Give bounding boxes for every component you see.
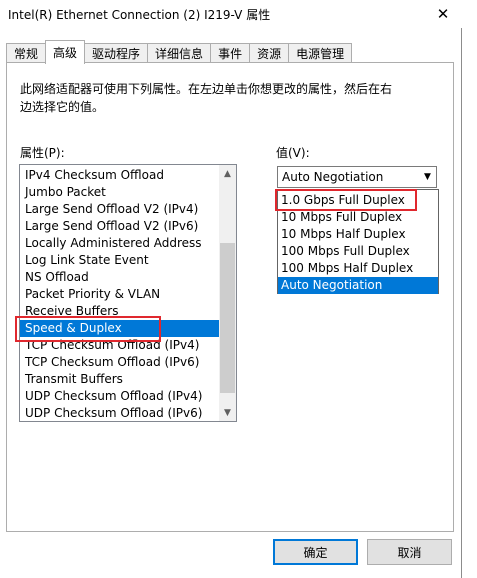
tab-general[interactable]: 常规	[6, 43, 47, 63]
tab-events[interactable]: 事件	[210, 43, 251, 63]
property-item[interactable]: UDP Checksum Offload (IPv6)	[20, 405, 220, 421]
scroll-thumb[interactable]	[220, 243, 235, 393]
scroll-down-icon[interactable]: ▼	[219, 404, 236, 421]
chevron-down-icon[interactable]: ▼	[418, 167, 436, 187]
value-combobox[interactable]: Auto Negotiation ▼	[277, 166, 437, 188]
cancel-button[interactable]: 取消	[367, 539, 452, 565]
property-item[interactable]: Transmit Buffers	[20, 371, 220, 388]
close-icon[interactable]: ✕	[430, 2, 456, 26]
property-item[interactable]: TCP Checksum Offload (IPv6)	[20, 354, 220, 371]
tab-driver[interactable]: 驱动程序	[84, 43, 149, 63]
property-item[interactable]: Log Link State Event	[20, 252, 220, 269]
description-text: 此网络适配器可使用下列属性。在左边单击你想更改的属性，然后在右边选择它的值。	[20, 82, 393, 114]
tab-advanced[interactable]: 高级	[45, 40, 86, 64]
property-listbox[interactable]: IPv4 Checksum Offload Jumbo Packet Large…	[19, 164, 237, 422]
value-option[interactable]: 10 Mbps Full Duplex	[278, 209, 438, 226]
property-scrollbar[interactable]: ▲ ▼	[219, 165, 236, 421]
property-list: IPv4 Checksum Offload Jumbo Packet Large…	[20, 165, 220, 421]
property-item-selected[interactable]: Speed & Duplex	[20, 320, 220, 337]
window-title: Intel(R) Ethernet Connection (2) I219-V …	[8, 8, 271, 22]
property-label: 属性(P):	[20, 146, 65, 160]
property-item[interactable]: IPv4 Checksum Offload	[20, 167, 220, 184]
property-item[interactable]: NS Offload	[20, 269, 220, 286]
tab-details[interactable]: 详细信息	[147, 43, 212, 63]
value-label: 值(V):	[276, 146, 310, 160]
property-item[interactable]: Large Send Offload V2 (IPv6)	[20, 218, 220, 235]
property-item[interactable]: Packet Priority & VLAN	[20, 286, 220, 303]
value-option[interactable]: 100 Mbps Full Duplex	[278, 243, 438, 260]
scroll-up-icon[interactable]: ▲	[219, 165, 236, 182]
ok-button[interactable]: 确定	[273, 539, 358, 565]
tab-strip: 常规 高级 驱动程序 详细信息 事件 资源 电源管理	[6, 39, 353, 64]
property-item[interactable]: TCP Checksum Offload (IPv4)	[20, 337, 220, 354]
property-item[interactable]: UDP Checksum Offload (IPv4)	[20, 388, 220, 405]
value-option[interactable]: 10 Mbps Half Duplex	[278, 226, 438, 243]
property-item[interactable]: Receive Buffers	[20, 303, 220, 320]
property-item[interactable]: Jumbo Packet	[20, 184, 220, 201]
value-dropdown-list: 1.0 Gbps Full Duplex 10 Mbps Full Duplex…	[277, 189, 439, 294]
tab-resources[interactable]: 资源	[249, 43, 290, 63]
value-option-selected[interactable]: Auto Negotiation	[278, 277, 438, 294]
value-option[interactable]: 1.0 Gbps Full Duplex	[278, 192, 438, 209]
title-bar[interactable]: Intel(R) Ethernet Connection (2) I219-V …	[0, 0, 462, 28]
value-option[interactable]: 100 Mbps Half Duplex	[278, 260, 438, 277]
combo-selected-value: Auto Negotiation	[282, 170, 384, 184]
property-item[interactable]: Large Send Offload V2 (IPv4)	[20, 201, 220, 218]
property-item[interactable]: Locally Administered Address	[20, 235, 220, 252]
tab-power-management[interactable]: 电源管理	[288, 43, 353, 63]
properties-dialog: Intel(R) Ethernet Connection (2) I219-V …	[0, 0, 462, 578]
